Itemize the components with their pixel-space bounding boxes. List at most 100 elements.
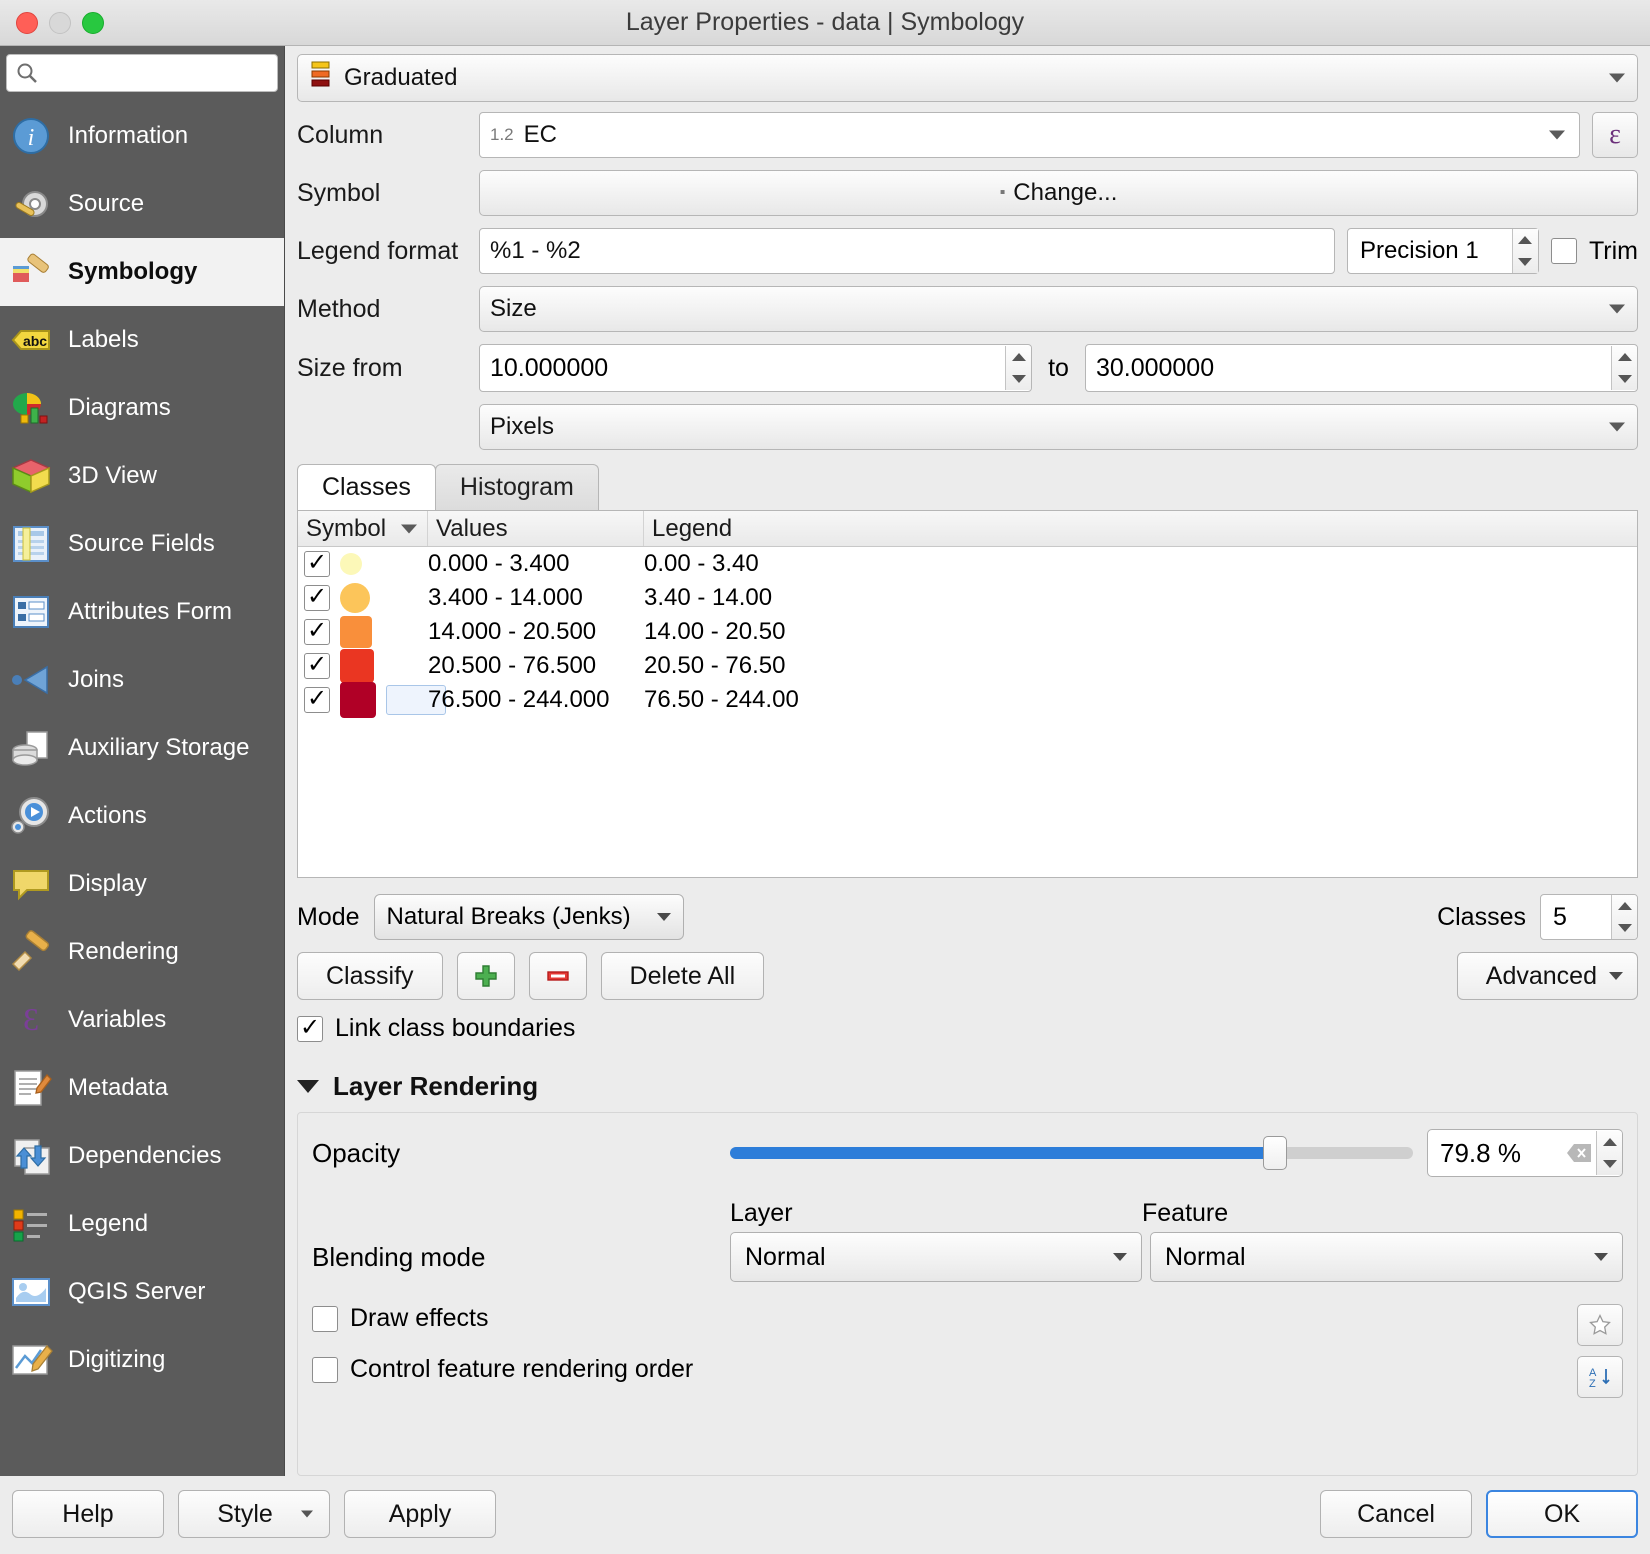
add-class-button[interactable] — [456, 952, 515, 1000]
sidebar-item-source[interactable]: Source — [0, 170, 284, 238]
sidebar-item-rendering[interactable]: Rendering — [0, 918, 284, 986]
class-symbol-swatch[interactable] — [340, 682, 376, 718]
help-button[interactable]: Help — [12, 1490, 164, 1538]
style-button[interactable]: Style — [178, 1490, 330, 1538]
apply-button[interactable]: Apply — [344, 1490, 496, 1538]
sidebar-item-qgis-server[interactable]: QGIS Server — [0, 1258, 284, 1326]
clear-icon[interactable] — [1562, 1143, 1596, 1163]
size-from-up-icon[interactable] — [1006, 346, 1031, 368]
column-select[interactable]: 1.2 EC — [479, 112, 1580, 158]
sidebar-item-variables[interactable]: Ɛ Variables — [0, 986, 284, 1054]
tab-classes[interactable]: Classes — [297, 464, 436, 510]
class-legend-cell[interactable]: 14.00 - 20.50 — [644, 618, 1637, 646]
sidebar-item-digitizing[interactable]: Digitizing — [0, 1326, 284, 1394]
remove-class-button[interactable] — [528, 952, 587, 1000]
sidebar-item-metadata[interactable]: Metadata — [0, 1054, 284, 1122]
tab-histogram[interactable]: Histogram — [434, 464, 599, 510]
class-legend-cell[interactable]: 20.50 - 76.50 — [644, 652, 1637, 680]
sidebar-item-dependencies[interactable]: Dependencies — [0, 1122, 284, 1190]
opacity-up-icon[interactable] — [1597, 1131, 1622, 1153]
renderer-type-select[interactable]: Graduated — [297, 54, 1638, 102]
opacity-down-icon[interactable] — [1597, 1153, 1622, 1175]
slider-thumb[interactable] — [1263, 1136, 1288, 1170]
star-button[interactable] — [1577, 1304, 1623, 1346]
classes-stepper[interactable] — [1611, 895, 1637, 939]
advanced-button[interactable]: Advanced — [1456, 952, 1638, 1000]
opacity-slider[interactable] — [730, 1136, 1413, 1170]
search-input[interactable] — [6, 54, 278, 92]
sort-order-button[interactable]: A Z — [1577, 1356, 1623, 1398]
size-from-stepper[interactable] — [1005, 346, 1032, 390]
class-symbol-swatch[interactable] — [340, 583, 370, 613]
sidebar-item-labels[interactable]: abc Labels — [0, 306, 284, 374]
classes-down-icon[interactable] — [1612, 917, 1637, 939]
sidebar-item-display[interactable]: Display — [0, 850, 284, 918]
class-values-cell[interactable]: 14.000 - 20.500 — [428, 618, 644, 646]
control-order-row[interactable]: Control feature rendering order — [312, 1355, 1623, 1384]
table-row[interactable]: 14.000 - 20.50014.00 - 20.50 — [298, 615, 1637, 649]
table-row[interactable]: 0.000 - 3.4000.00 - 3.40 — [298, 547, 1637, 581]
class-visible-checkbox[interactable] — [304, 687, 330, 713]
class-values-cell[interactable]: 20.500 - 76.500 — [428, 652, 644, 680]
class-legend-cell[interactable]: 0.00 - 3.40 — [644, 550, 1637, 578]
sidebar-item-information[interactable]: i Information — [0, 102, 284, 170]
sidebar-item-attributes-form[interactable]: Attributes Form — [0, 578, 284, 646]
layer-blend-select[interactable]: Normal — [730, 1232, 1142, 1282]
sidebar-item-3d-view[interactable]: 3D View — [0, 442, 284, 510]
draw-effects-check[interactable]: Draw effects — [312, 1304, 488, 1333]
legend-format-input[interactable]: %1 - %2 — [479, 228, 1335, 274]
classes-up-icon[interactable] — [1612, 895, 1637, 917]
sidebar-item-auxiliary-storage[interactable]: Auxiliary Storage — [0, 714, 284, 782]
classes-spinner[interactable]: 5 — [1540, 894, 1638, 940]
control-order-checkbox[interactable] — [312, 1356, 338, 1383]
zoom-button[interactable] — [82, 11, 104, 34]
opacity-stepper[interactable] — [1596, 1131, 1622, 1175]
size-to-input[interactable]: 30.000000 — [1084, 344, 1639, 392]
cancel-button[interactable]: Cancel — [1320, 1490, 1472, 1538]
expression-button[interactable]: ε — [1592, 112, 1638, 158]
ok-button[interactable]: OK — [1486, 1490, 1638, 1538]
class-symbol-swatch[interactable] — [340, 649, 374, 683]
sort-descending-icon[interactable] — [401, 524, 417, 533]
class-visible-checkbox[interactable] — [304, 619, 330, 645]
sidebar-item-actions[interactable]: Actions — [0, 782, 284, 850]
class-values-cell[interactable]: 0.000 - 3.400 — [428, 550, 644, 578]
class-legend-cell[interactable]: 3.40 - 14.00 — [644, 584, 1637, 612]
units-select[interactable]: Pixels — [479, 404, 1638, 450]
precision-down-icon[interactable] — [1513, 251, 1538, 273]
class-symbol-swatch[interactable] — [340, 553, 362, 575]
size-from-down-icon[interactable] — [1006, 368, 1031, 390]
class-values-cell[interactable]: 3.400 - 14.000 — [428, 584, 644, 612]
column-header-legend[interactable]: Legend — [644, 511, 1637, 546]
class-legend-cell[interactable]: 76.50 - 244.00 — [644, 686, 1637, 714]
trim-checkbox[interactable] — [1550, 238, 1577, 264]
link-class-boundaries-row[interactable]: Link class boundaries — [297, 1014, 1638, 1043]
class-symbol-swatch[interactable] — [340, 616, 372, 648]
class-visible-checkbox[interactable] — [304, 653, 330, 679]
sidebar-item-source-fields[interactable]: Source Fields — [0, 510, 284, 578]
size-to-stepper[interactable] — [1611, 346, 1638, 390]
mode-select[interactable]: Natural Breaks (Jenks) — [373, 894, 684, 940]
precision-spinner[interactable]: Precision 1 — [1346, 228, 1539, 274]
table-row[interactable]: 76.500 - 244.00076.50 - 244.00 — [298, 682, 1637, 718]
method-select[interactable]: Size — [479, 286, 1638, 332]
sidebar-item-joins[interactable]: Joins — [0, 646, 284, 714]
precision-up-icon[interactable] — [1513, 229, 1538, 251]
class-visible-checkbox[interactable] — [304, 551, 330, 577]
draw-effects-checkbox[interactable] — [312, 1305, 338, 1332]
sidebar-item-symbology[interactable]: Symbology — [0, 238, 284, 306]
symbol-change-button[interactable]: ▪ Change... — [479, 170, 1638, 216]
minimize-button[interactable] — [49, 11, 71, 34]
size-to-up-icon[interactable] — [1612, 346, 1637, 368]
size-to-down-icon[interactable] — [1612, 368, 1637, 390]
link-class-boundaries-checkbox[interactable] — [297, 1015, 323, 1042]
classify-button[interactable]: Classify — [297, 952, 443, 1000]
feature-blend-select[interactable]: Normal — [1150, 1232, 1623, 1282]
table-row[interactable]: 20.500 - 76.50020.50 - 76.50 — [298, 649, 1637, 683]
collapse-caret-icon[interactable] — [297, 1080, 319, 1093]
table-row[interactable]: 3.400 - 14.0003.40 - 14.00 — [298, 581, 1637, 615]
class-visible-checkbox[interactable] — [304, 585, 330, 611]
sidebar-item-legend[interactable]: Legend — [0, 1190, 284, 1258]
sidebar-item-diagrams[interactable]: Diagrams — [0, 374, 284, 442]
class-values-cell[interactable]: 76.500 - 244.000 — [428, 686, 644, 714]
